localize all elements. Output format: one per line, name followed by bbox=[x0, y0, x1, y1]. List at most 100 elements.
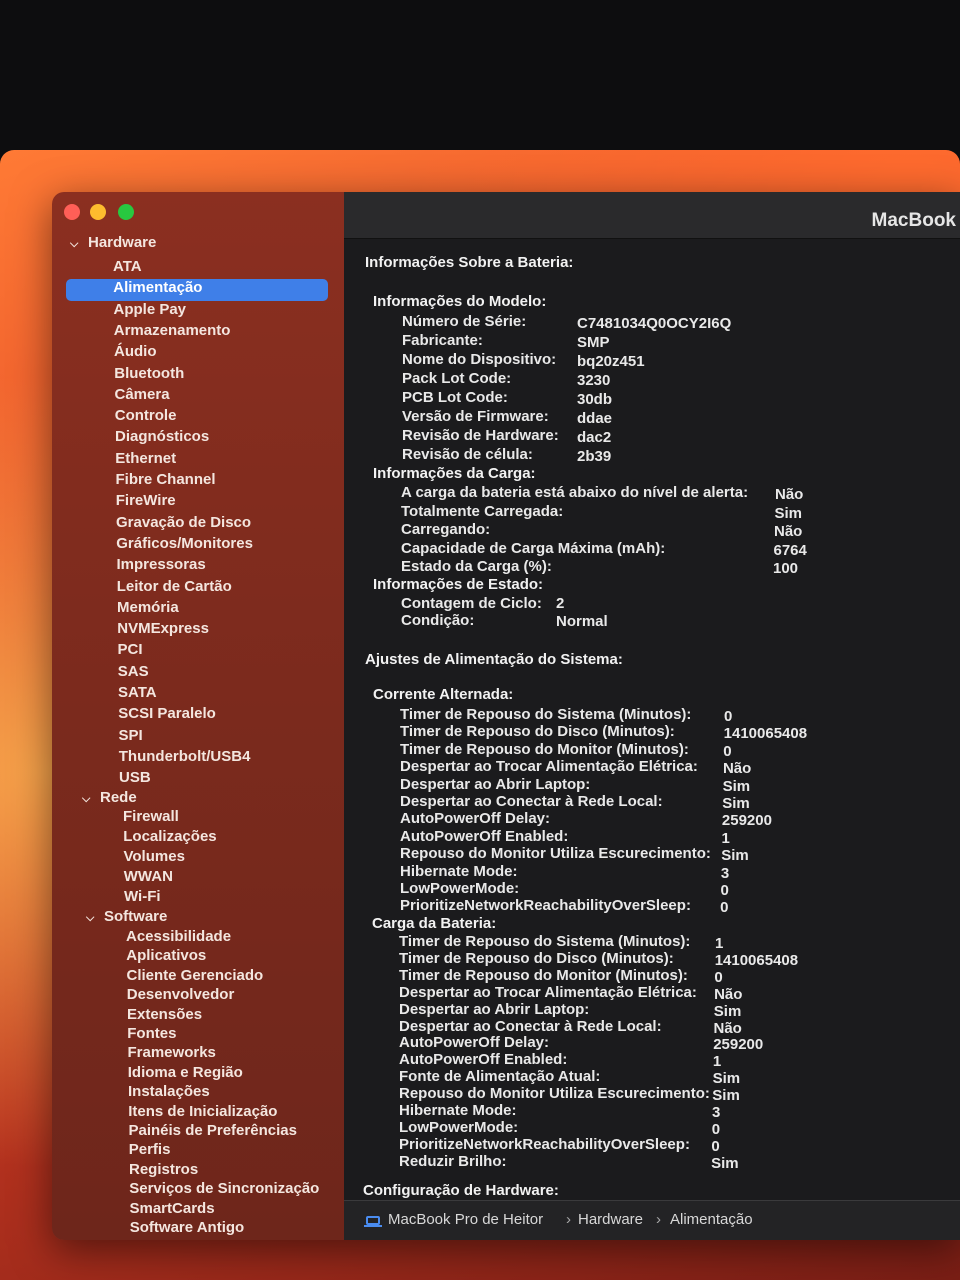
sidebar-item[interactable]: ATA bbox=[113, 258, 142, 275]
sidebar-item[interactable]: NVMExpress bbox=[117, 620, 209, 637]
state-key: Contagem de Ciclo: bbox=[401, 595, 542, 612]
sidebar-item[interactable]: Perfis bbox=[129, 1141, 171, 1158]
sidebar-item[interactable]: Idioma e Região bbox=[128, 1064, 243, 1081]
sidebar-item[interactable]: PCI bbox=[118, 641, 143, 658]
battery-power-value: 1410065408 bbox=[714, 951, 799, 969]
close-button[interactable] bbox=[64, 204, 80, 220]
sidebar-item[interactable]: Memória bbox=[117, 599, 179, 616]
sidebar-item[interactable]: Instalações bbox=[128, 1083, 210, 1100]
ac-value: 0 bbox=[720, 899, 729, 917]
screen-bezel bbox=[0, 0, 960, 158]
battery-power-key: Fonte de Alimentação Atual: bbox=[399, 1068, 601, 1086]
power-settings-title: Ajustes de Alimentação do Sistema: bbox=[365, 651, 623, 668]
battery-power-value: 0 bbox=[711, 1137, 720, 1155]
sidebar-item[interactable]: WWAN bbox=[124, 868, 173, 885]
sidebar-item[interactable]: Frameworks bbox=[128, 1044, 216, 1061]
sidebar-item[interactable]: SCSI Paralelo bbox=[118, 705, 216, 722]
ac-key: PrioritizeNetworkReachabilityOverSleep: bbox=[400, 897, 691, 915]
model-key: Nome do Dispositivo: bbox=[402, 351, 557, 368]
sidebar-group-label: Rede bbox=[100, 789, 137, 806]
sidebar-item[interactable]: Aplicativos bbox=[126, 947, 206, 964]
model-value: SMP bbox=[577, 334, 610, 351]
model-value: dac2 bbox=[577, 429, 612, 446]
sidebar-item[interactable]: Fibre Channel bbox=[116, 471, 216, 488]
sidebar-item[interactable]: Apple Pay bbox=[114, 301, 187, 318]
sidebar-item[interactable]: Gravação de Disco bbox=[116, 514, 251, 531]
battery-power-key: LowPowerMode: bbox=[399, 1118, 519, 1136]
ac-value: Sim bbox=[721, 847, 749, 865]
sidebar-item[interactable]: Wi-Fi bbox=[124, 888, 161, 905]
battery-power-key: Timer de Repouso do Disco (Minutos): bbox=[399, 949, 674, 967]
sidebar-item[interactable]: Acessibilidade bbox=[126, 928, 231, 945]
sidebar: ⌵ Hardware ATA Alimentação Apple Pay Armazena… bbox=[52, 192, 344, 1240]
battery-power-key: AutoPowerOff Enabled: bbox=[399, 1051, 568, 1069]
sidebar-item[interactable]: Firewall bbox=[123, 808, 179, 825]
battery-power-value: Sim bbox=[713, 1002, 742, 1020]
sidebar-item[interactable]: Localizações bbox=[123, 828, 216, 845]
path-item-hardware[interactable]: Hardware bbox=[578, 1211, 643, 1228]
sidebar-item[interactable]: Impressoras bbox=[117, 556, 206, 573]
sidebar-item[interactable]: FireWire bbox=[116, 492, 176, 509]
chevron-down-icon[interactable]: ⌵ bbox=[70, 238, 84, 251]
sidebar-item[interactable]: Serviços de Sincronização bbox=[129, 1180, 319, 1197]
chevron-down-icon[interactable]: ⌵ bbox=[86, 912, 100, 925]
sidebar-item[interactable]: Bluetooth bbox=[114, 365, 184, 382]
model-value: 30db bbox=[577, 391, 613, 408]
path-separator: › bbox=[566, 1211, 571, 1228]
battery-power-value: 0 bbox=[711, 1120, 721, 1138]
battery-power-value: Não bbox=[713, 1019, 742, 1037]
sidebar-item[interactable]: SmartCards bbox=[130, 1200, 215, 1217]
battery-power-value: 3 bbox=[712, 1104, 721, 1121]
sidebar-item[interactable]: Diagnósticos bbox=[115, 428, 209, 445]
sidebar-item[interactable]: SATA bbox=[118, 684, 157, 701]
sidebar-item[interactable]: Gráficos/Monitores bbox=[116, 535, 253, 552]
charge-key: Totalmente Carregada: bbox=[401, 502, 564, 520]
ac-value: 1410065408 bbox=[723, 725, 808, 743]
sidebar-item[interactable]: SAS bbox=[118, 663, 149, 680]
sidebar-item[interactable]: Painéis de Preferências bbox=[129, 1122, 297, 1139]
ac-value: 0 bbox=[720, 882, 729, 899]
sidebar-item[interactable]: Thunderbolt/USB4 bbox=[119, 748, 251, 765]
ac-key: Timer de Repouso do Disco (Minutos): bbox=[400, 723, 675, 741]
ac-value: 0 bbox=[724, 708, 733, 725]
sidebar-item[interactable]: Itens de Inicialização bbox=[128, 1103, 277, 1120]
model-key: PCB Lot Code: bbox=[402, 389, 508, 406]
minimize-button[interactable] bbox=[90, 204, 106, 220]
sidebar-item[interactable]: Volumes bbox=[124, 848, 185, 865]
sidebar-item[interactable]: Ethernet bbox=[115, 450, 176, 467]
sidebar-group-rede[interactable]: ⌵ Rede bbox=[82, 789, 137, 806]
zoom-button[interactable] bbox=[118, 204, 134, 220]
sidebar-group-hardware[interactable]: ⌵ Hardware bbox=[70, 234, 156, 251]
sidebar-item[interactable]: Registros bbox=[129, 1161, 198, 1178]
path-item-power[interactable]: Alimentação bbox=[670, 1211, 753, 1228]
model-value: bq20z451 bbox=[577, 353, 645, 370]
charge-value: 100 bbox=[773, 560, 799, 577]
sidebar-item[interactable]: Áudio bbox=[114, 343, 157, 360]
charge-key: Carregando: bbox=[401, 521, 491, 538]
model-value: ddae bbox=[577, 410, 613, 427]
sidebar-item[interactable]: Cliente Gerenciado bbox=[127, 967, 264, 984]
ac-value: Sim bbox=[722, 777, 751, 795]
sidebar-item[interactable]: USB bbox=[119, 769, 151, 786]
battery-power-value: 1 bbox=[712, 1053, 722, 1071]
sidebar-group-software[interactable]: ⌵ Software bbox=[86, 908, 167, 925]
sidebar-item[interactable]: Leitor de Cartão bbox=[117, 578, 232, 595]
sidebar-item[interactable]: Software Antigo bbox=[130, 1219, 244, 1236]
battery-power-title: Carga da Bateria: bbox=[372, 915, 497, 932]
laptop-icon bbox=[364, 1216, 382, 1227]
model-info-title: Informações do Modelo: bbox=[373, 293, 547, 310]
sidebar-item[interactable]: Controle bbox=[115, 407, 177, 424]
sidebar-item[interactable]: Câmera bbox=[115, 386, 170, 403]
battery-power-value: Não bbox=[714, 985, 743, 1003]
sidebar-item[interactable]: Extensões bbox=[127, 1006, 202, 1023]
sidebar-item[interactable]: Fontes bbox=[127, 1025, 176, 1042]
sidebar-item[interactable]: Desenvolvedor bbox=[127, 986, 235, 1003]
sidebar-item-selected[interactable]: Alimentação bbox=[113, 279, 202, 296]
model-value: 3230 bbox=[577, 372, 611, 389]
window-title: MacBook bbox=[871, 210, 956, 231]
chevron-down-icon[interactable]: ⌵ bbox=[82, 793, 96, 806]
sidebar-item[interactable]: Armazenamento bbox=[114, 322, 231, 339]
sidebar-item[interactable]: SPI bbox=[119, 727, 143, 744]
battery-power-key: Hibernate Mode: bbox=[399, 1102, 517, 1119]
path-item-computer[interactable]: MacBook Pro de Heitor bbox=[388, 1211, 543, 1228]
